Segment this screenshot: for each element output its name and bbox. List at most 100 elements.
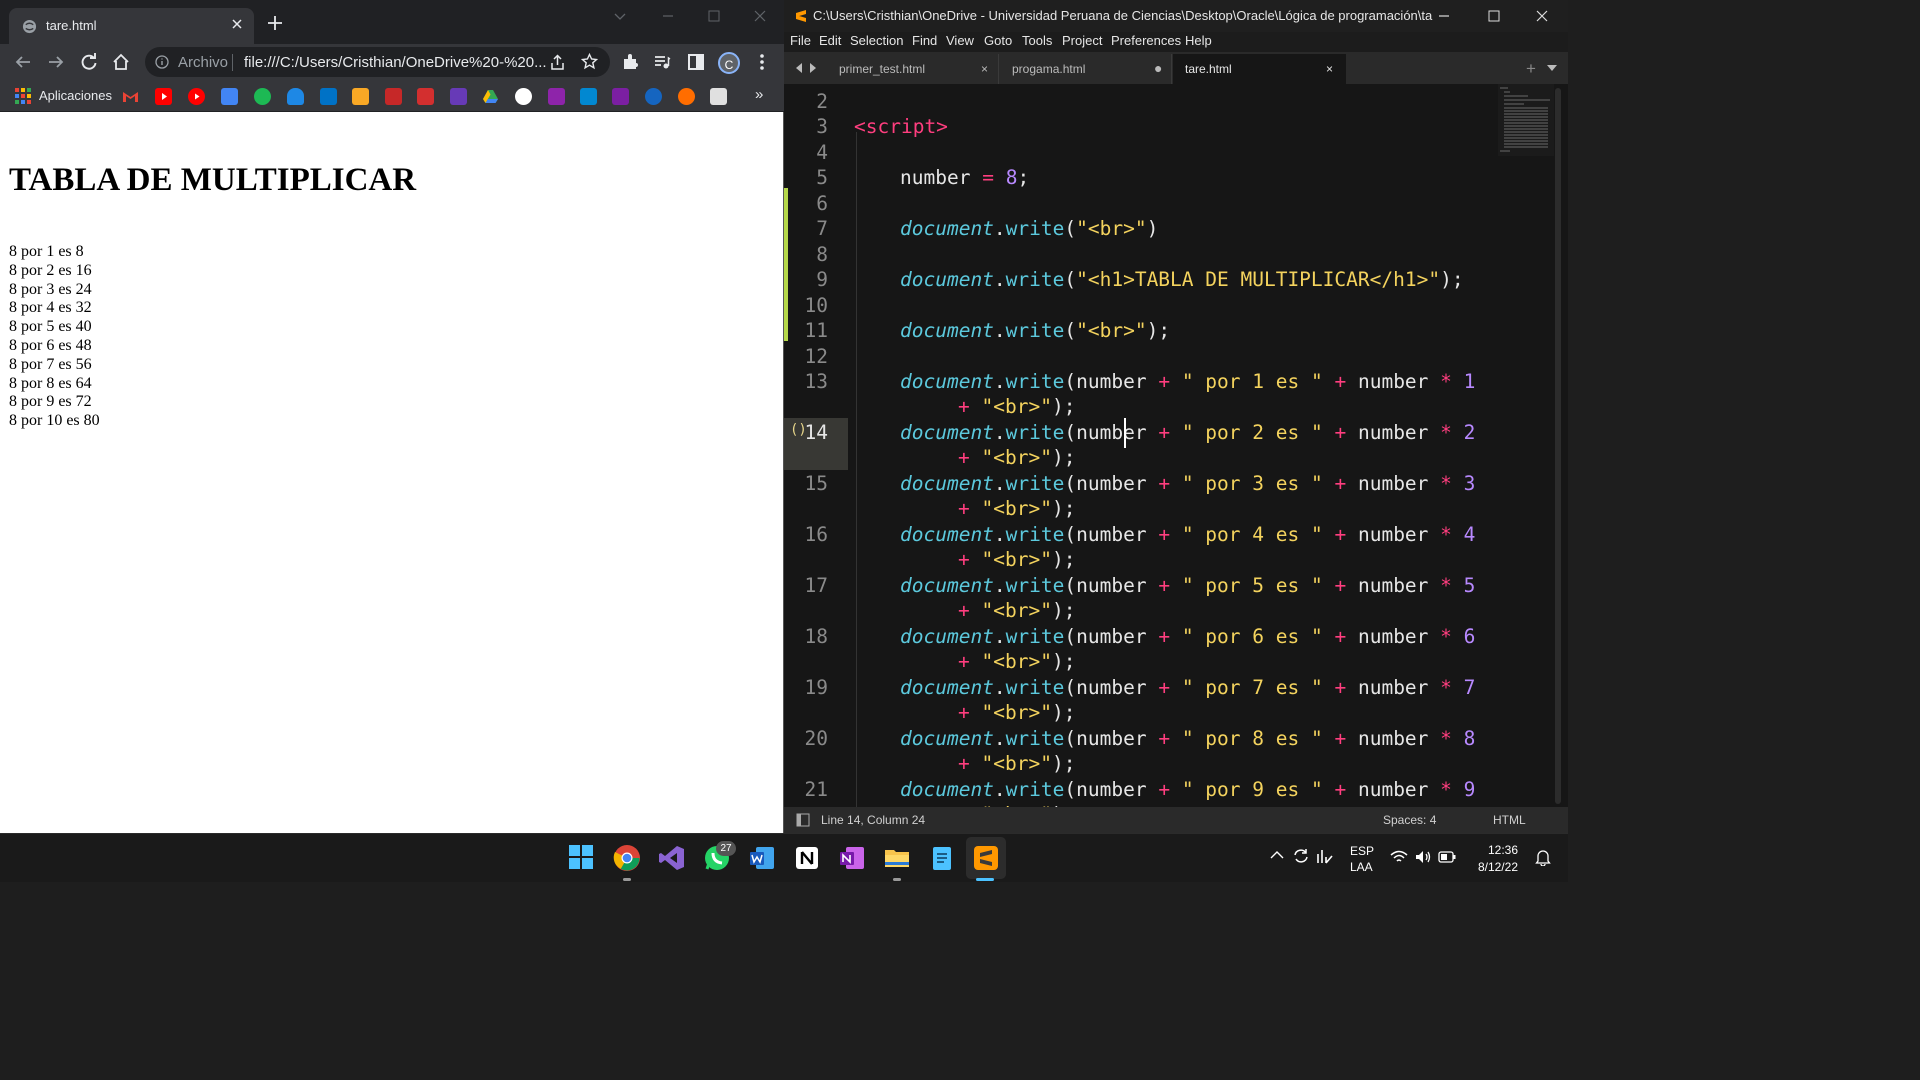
- minimize-icon[interactable]: [660, 8, 676, 24]
- tab-primer-test[interactable]: primer_test.html ×: [827, 54, 999, 84]
- close-tab-icon[interactable]: [231, 18, 243, 30]
- profile-bookmark-icon[interactable]: [385, 88, 402, 105]
- notion-icon[interactable]: [793, 844, 821, 872]
- code-write: write: [1005, 676, 1065, 699]
- hexagon-app-icon[interactable]: [450, 88, 467, 105]
- maximize-icon[interactable]: [1486, 8, 1502, 24]
- side-panel-icon[interactable]: [687, 53, 705, 71]
- vertical-scrollbar[interactable]: [1555, 88, 1561, 804]
- menu-selection[interactable]: Selection: [850, 33, 903, 48]
- github-icon[interactable]: [515, 88, 532, 105]
- clock-date[interactable]: 8/12/22: [1472, 860, 1518, 874]
- forward-icon[interactable]: [47, 53, 65, 71]
- code-number: 3: [1463, 472, 1476, 495]
- reload-icon[interactable]: [80, 53, 98, 71]
- chevron-up-icon[interactable]: [1270, 850, 1284, 860]
- word-icon[interactable]: [748, 844, 776, 872]
- menu-preferences[interactable]: Preferences: [1111, 33, 1181, 48]
- sy-icon[interactable]: [417, 88, 434, 105]
- browser-tab[interactable]: tare.html: [9, 8, 254, 44]
- syntax-setting[interactable]: HTML: [1493, 813, 1526, 827]
- outlook-icon[interactable]: [320, 88, 337, 105]
- menu-file[interactable]: File: [790, 33, 811, 48]
- sublime-text-icon[interactable]: [972, 844, 1000, 872]
- drive-icon[interactable]: [482, 88, 499, 105]
- code-editor[interactable]: () 2 3 4 5 6 7 8 9 10 11 12 13 14 15 16 …: [784, 84, 1568, 807]
- more-menu-icon[interactable]: [754, 53, 770, 71]
- keyboard-layout[interactable]: LAA: [1350, 860, 1373, 874]
- apps-grid-icon[interactable]: [15, 88, 31, 104]
- translate-icon[interactable]: [221, 88, 238, 105]
- minimize-icon[interactable]: [1436, 8, 1452, 24]
- code-string: " por 3 es ": [1181, 472, 1323, 495]
- meter-icon[interactable]: [1316, 848, 1334, 864]
- tab-scroll-right-icon[interactable]: [808, 62, 818, 74]
- back-icon[interactable]: [14, 53, 32, 71]
- onenote-icon[interactable]: [838, 844, 866, 872]
- v-app-icon[interactable]: [612, 88, 629, 105]
- visual-studio-icon[interactable]: [658, 844, 686, 872]
- site-info-icon[interactable]: [155, 55, 169, 69]
- close-window-icon[interactable]: [1534, 8, 1550, 24]
- panel-toggle-icon[interactable]: [796, 813, 810, 827]
- new-tab-plus-icon[interactable]: +: [1526, 59, 1536, 79]
- notepad-icon[interactable]: [928, 844, 956, 872]
- grid-app-icon[interactable]: [580, 88, 597, 105]
- indentation-setting[interactable]: Spaces: 4: [1383, 813, 1436, 827]
- close-tab-icon[interactable]: ×: [1326, 62, 1333, 76]
- chrome-icon[interactable]: [613, 844, 641, 872]
- extensions-icon[interactable]: [621, 53, 639, 71]
- menu-help[interactable]: Help: [1185, 33, 1212, 48]
- gear-bookmark-icon[interactable]: [678, 88, 695, 105]
- gmail-icon[interactable]: [122, 88, 139, 105]
- start-icon[interactable]: [568, 844, 596, 872]
- unsaved-dot-icon[interactable]: ●: [1154, 60, 1162, 76]
- code-line: document.write(number + " por 4 es " + n…: [900, 523, 1476, 546]
- sync-icon[interactable]: [1292, 847, 1310, 865]
- battery-icon[interactable]: [1438, 851, 1456, 863]
- tab-tare[interactable]: tare.html ×: [1173, 54, 1346, 84]
- calendar-app-icon[interactable]: [710, 88, 727, 105]
- youtube-icon[interactable]: [155, 88, 172, 105]
- home-icon[interactable]: [112, 53, 130, 71]
- code-write: write: [1005, 421, 1065, 444]
- code-line-continuation: + "<br>");: [958, 446, 1076, 469]
- bookmark-star-icon[interactable]: [581, 53, 598, 70]
- menu-goto[interactable]: Goto: [984, 33, 1012, 48]
- profile-avatar[interactable]: C: [718, 52, 740, 74]
- file-explorer-icon[interactable]: [883, 844, 911, 872]
- notes-icon[interactable]: [352, 88, 369, 105]
- share-icon[interactable]: [549, 54, 566, 71]
- clock-time[interactable]: 12:36: [1478, 843, 1518, 857]
- cloud-icon[interactable]: [287, 88, 304, 105]
- close-tab-icon[interactable]: ×: [981, 62, 988, 76]
- address-url[interactable]: file:///C:/Users/Cristhian/OneDrive%20-%…: [244, 54, 547, 71]
- wifi-icon[interactable]: [1390, 850, 1408, 864]
- language-indicator[interactable]: ESP: [1350, 844, 1374, 858]
- spotify-icon[interactable]: [254, 88, 271, 105]
- address-bar[interactable]: Archivo file:///C:/Users/Cristhian/OneDr…: [145, 47, 610, 77]
- menu-view[interactable]: View: [946, 33, 974, 48]
- menu-edit[interactable]: Edit: [819, 33, 841, 48]
- code-string: "<br>": [981, 650, 1052, 673]
- notification-bell-icon[interactable]: [1535, 848, 1551, 866]
- minimap[interactable]: [1498, 84, 1554, 164]
- tab-list-icon[interactable]: [1546, 64, 1558, 72]
- menu-find[interactable]: Find: [912, 33, 937, 48]
- menu-tools[interactable]: Tools: [1022, 33, 1052, 48]
- youtube-music-icon[interactable]: [188, 88, 205, 105]
- tab-scroll-left-icon[interactable]: [794, 62, 804, 74]
- media-queue-icon[interactable]: [653, 53, 671, 71]
- menu-project[interactable]: Project: [1062, 33, 1102, 48]
- code-string: "<br>": [1076, 319, 1147, 342]
- apps-label[interactable]: Aplicaciones: [39, 88, 112, 103]
- blue-app-icon[interactable]: [645, 88, 662, 105]
- new-tab-icon[interactable]: [268, 16, 282, 30]
- diamond-app-icon[interactable]: [548, 88, 565, 105]
- tab-progama[interactable]: progama.html ●: [1000, 54, 1172, 84]
- chevron-down-icon[interactable]: [612, 8, 628, 24]
- volume-icon[interactable]: [1414, 850, 1432, 864]
- maximize-icon[interactable]: [706, 8, 722, 24]
- bookmarks-overflow[interactable]: »: [755, 86, 763, 103]
- close-window-icon[interactable]: [752, 8, 768, 24]
